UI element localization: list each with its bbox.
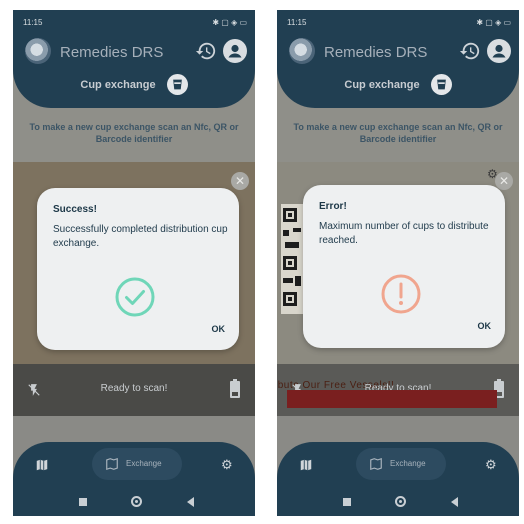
settings-icon[interactable]: ⚙ [221,458,235,472]
qr-code-image [281,204,305,314]
home-button[interactable] [131,496,142,507]
ok-button[interactable]: OK [212,324,226,334]
page-subtitle: Cup exchange [277,74,519,95]
page-subtitle: Cup exchange [13,74,255,95]
phone-screen-error: 11:15 ✱ ▢ ◈ ▭ Remedies DRS Cup exchange … [277,10,519,516]
ready-status: Ready to scan! [100,383,168,394]
account-icon[interactable] [487,39,511,63]
status-icons: ✱ ▢ ◈ ▭ [212,17,247,27]
app-header: 11:15 ✱ ▢ ◈ ▭ Remedies DRS Cup exchange [13,10,255,108]
dialog-title: Success! [53,204,97,215]
scan-instruction: To make a new cup exchange scan an Nfc, … [293,122,503,144]
check-circle-icon [115,277,155,317]
subtitle-label: Cup exchange [344,78,420,91]
exclamation-circle-icon [381,274,421,314]
map-icon[interactable] [299,458,313,472]
nav-exchange-label: Exchange [390,459,426,468]
close-icon[interactable]: ✕ [231,172,249,190]
exchange-icon [106,457,118,471]
phone-screen-success: 11:15 ✱ ▢ ◈ ▭ Remedies DRS Cup exchange … [13,10,255,516]
scan-bar: Ready to scan! [13,364,255,416]
cup-icon[interactable] [430,74,452,95]
bottom-nav: Exchange ⚙ [277,442,519,516]
account-icon[interactable] [223,39,247,63]
status-time: 11:15 [23,17,43,27]
scan-instruction: To make a new cup exchange scan an Nfc, … [29,122,239,144]
system-nav-bar [13,494,255,510]
app-title: Remedies DRS [60,44,164,61]
back-button[interactable] [187,497,194,507]
recents-button[interactable] [343,498,351,506]
ok-button[interactable]: OK [478,321,492,331]
home-button[interactable] [395,496,406,507]
nav-exchange[interactable]: Exchange [92,448,182,480]
bottom-nav: Exchange ⚙ [13,442,255,516]
close-icon[interactable]: ✕ [495,172,513,190]
app-logo [289,38,315,64]
success-dialog: Success! Successfully completed distribu… [37,188,239,350]
dialog-message: Successfully completed distribution cup … [53,224,228,249]
error-dialog: Error! Maximum number of cups to distrib… [303,185,505,348]
status-bar: 11:15 ✱ ▢ ◈ ▭ [287,15,511,29]
recents-button[interactable] [79,498,87,506]
history-icon[interactable] [459,40,481,62]
dialog-message: Maximum number of cups to distribute rea… [319,221,489,246]
dialog-title: Error! [319,201,347,212]
battery-icon[interactable] [229,379,241,399]
map-icon[interactable] [35,458,49,472]
history-icon[interactable] [195,40,217,62]
system-nav-bar [277,494,519,510]
subtitle-label: Cup exchange [80,78,156,91]
exchange-icon [370,457,382,471]
settings-icon[interactable]: ⚙ [485,458,499,472]
status-time: 11:15 [287,17,307,27]
promo-banner [287,390,497,408]
app-header: 11:15 ✱ ▢ ◈ ▭ Remedies DRS Cup exchange [277,10,519,108]
nav-exchange-label: Exchange [126,459,162,468]
nav-exchange[interactable]: Exchange [356,448,446,480]
status-bar: 11:15 ✱ ▢ ◈ ▭ [23,15,247,29]
status-icons: ✱ ▢ ◈ ▭ [476,17,511,27]
back-button[interactable] [451,497,458,507]
app-logo [25,38,51,64]
cup-icon[interactable] [166,74,188,95]
app-title: Remedies DRS [324,44,428,61]
